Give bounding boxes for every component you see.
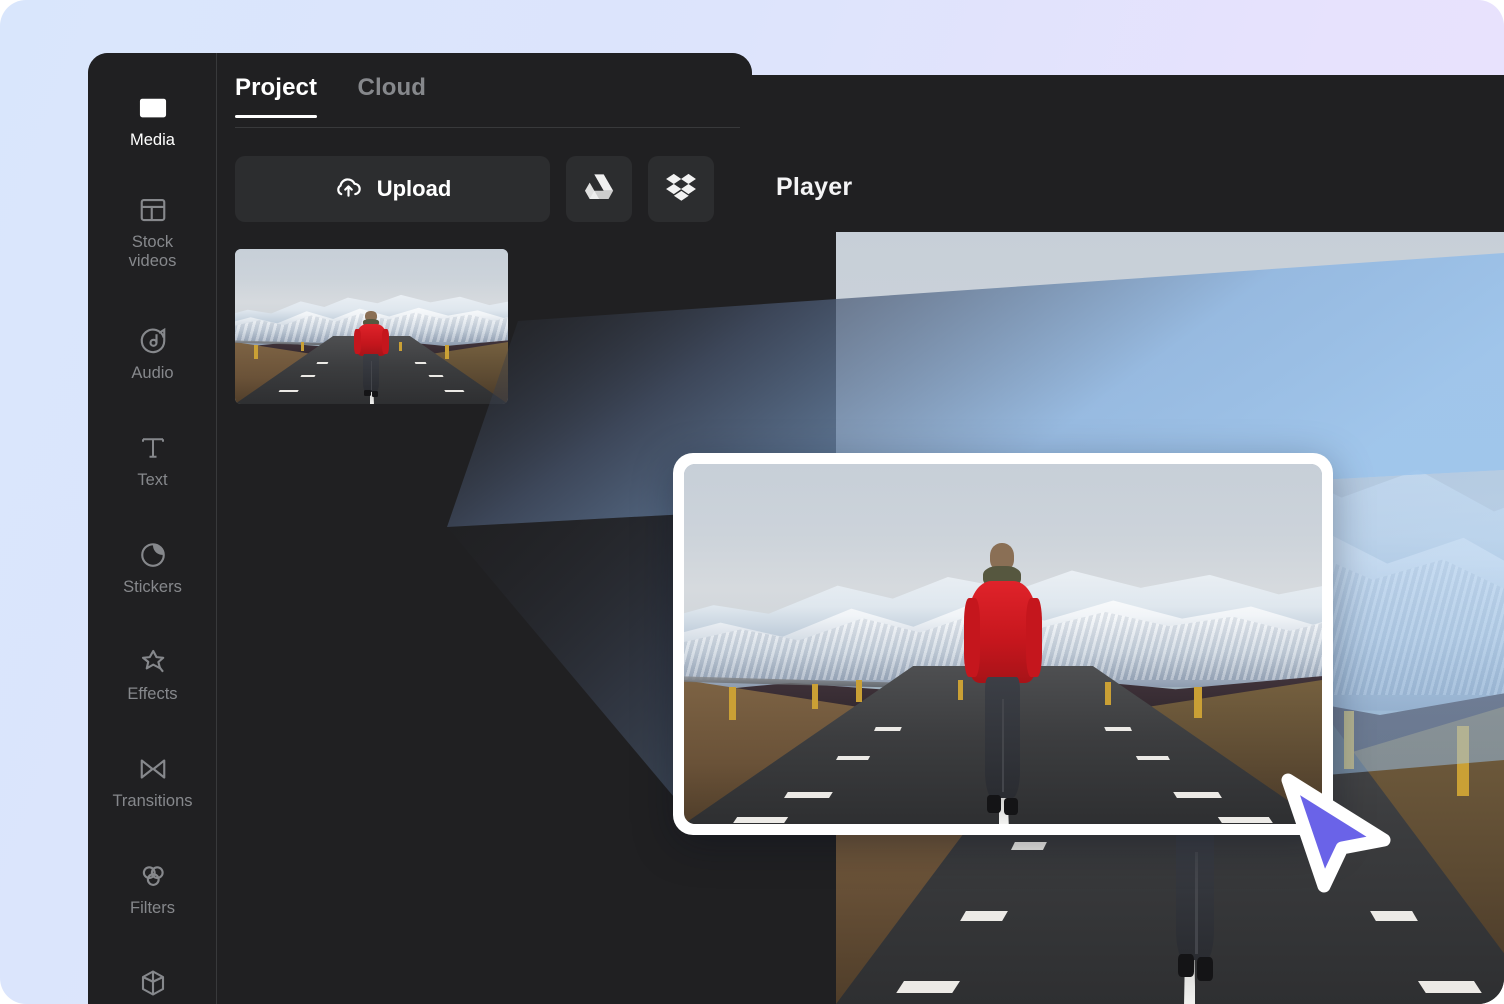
media-asset-grid (235, 249, 508, 404)
bowtie-transition-icon (138, 754, 168, 784)
media-panel: Project Cloud Upload (218, 53, 752, 1004)
dragged-card-image (684, 464, 1322, 824)
sidebar-item-label: Stickers (123, 578, 182, 596)
sidebar-item-text[interactable]: Text (88, 433, 217, 490)
sidebar-item-stickers[interactable]: Stickers (88, 540, 217, 597)
sidebar-item-label: Text (137, 471, 168, 489)
upload-button[interactable]: Upload (235, 156, 550, 222)
sidebar-item-media[interactable]: Media (88, 93, 217, 150)
sidebar-item-label: Transitions (112, 792, 193, 810)
sparkle-star-icon (138, 647, 168, 677)
sidebar-item-label: Stock videos (128, 233, 177, 271)
sidebar-item-label: Filters (130, 899, 175, 917)
sidebar-item-label: Audio (131, 364, 174, 382)
cloud-upload-icon (334, 172, 363, 207)
arrow-pointer-icon (1281, 773, 1391, 893)
google-drive-icon (584, 173, 614, 205)
sidebar-item-transitions[interactable]: Transitions (88, 754, 217, 811)
sidebar-item-label: Effects (127, 685, 178, 703)
tabs-divider (235, 127, 740, 128)
media-play-frame-icon (138, 93, 168, 123)
dropbox-icon (666, 173, 696, 206)
sidebar-item-3d[interactable] (88, 968, 217, 1004)
asset-preview-image (235, 249, 508, 404)
media-tabs: Project Cloud (235, 74, 752, 128)
three-circles-icon (138, 861, 168, 891)
sidebar-item-effects[interactable]: Effects (88, 647, 217, 704)
upload-button-label: Upload (376, 176, 452, 201)
sidebar-item-audio[interactable]: Audio (88, 326, 217, 383)
player-title: Player (776, 173, 853, 201)
media-actions: Upload (235, 156, 714, 222)
dragged-media-card[interactable] (673, 453, 1333, 835)
sticker-circle-icon (138, 540, 168, 570)
tab-project[interactable]: Project (235, 74, 318, 118)
editor-sidebar: Media Stock videos Audio Text Stickers E… (88, 53, 217, 1004)
layout-panels-icon (138, 195, 168, 225)
tab-cloud[interactable]: Cloud (358, 74, 426, 118)
sidebar-item-label: Media (130, 131, 175, 149)
app-screenshot-stage: Player Media Stock videos Audio Text Sti… (0, 0, 1504, 1004)
text-serif-t-icon (138, 433, 168, 463)
dropbox-button[interactable] (648, 156, 714, 222)
sidebar-item-stock-videos[interactable]: Stock videos (88, 195, 217, 272)
google-drive-button[interactable] (566, 156, 632, 222)
cube-3d-icon (138, 968, 168, 998)
media-asset-thumbnail[interactable] (235, 249, 508, 404)
music-note-circle-icon (138, 326, 168, 356)
sidebar-item-filters[interactable]: Filters (88, 861, 217, 918)
editor-window: Media Stock videos Audio Text Stickers E… (88, 53, 752, 1004)
